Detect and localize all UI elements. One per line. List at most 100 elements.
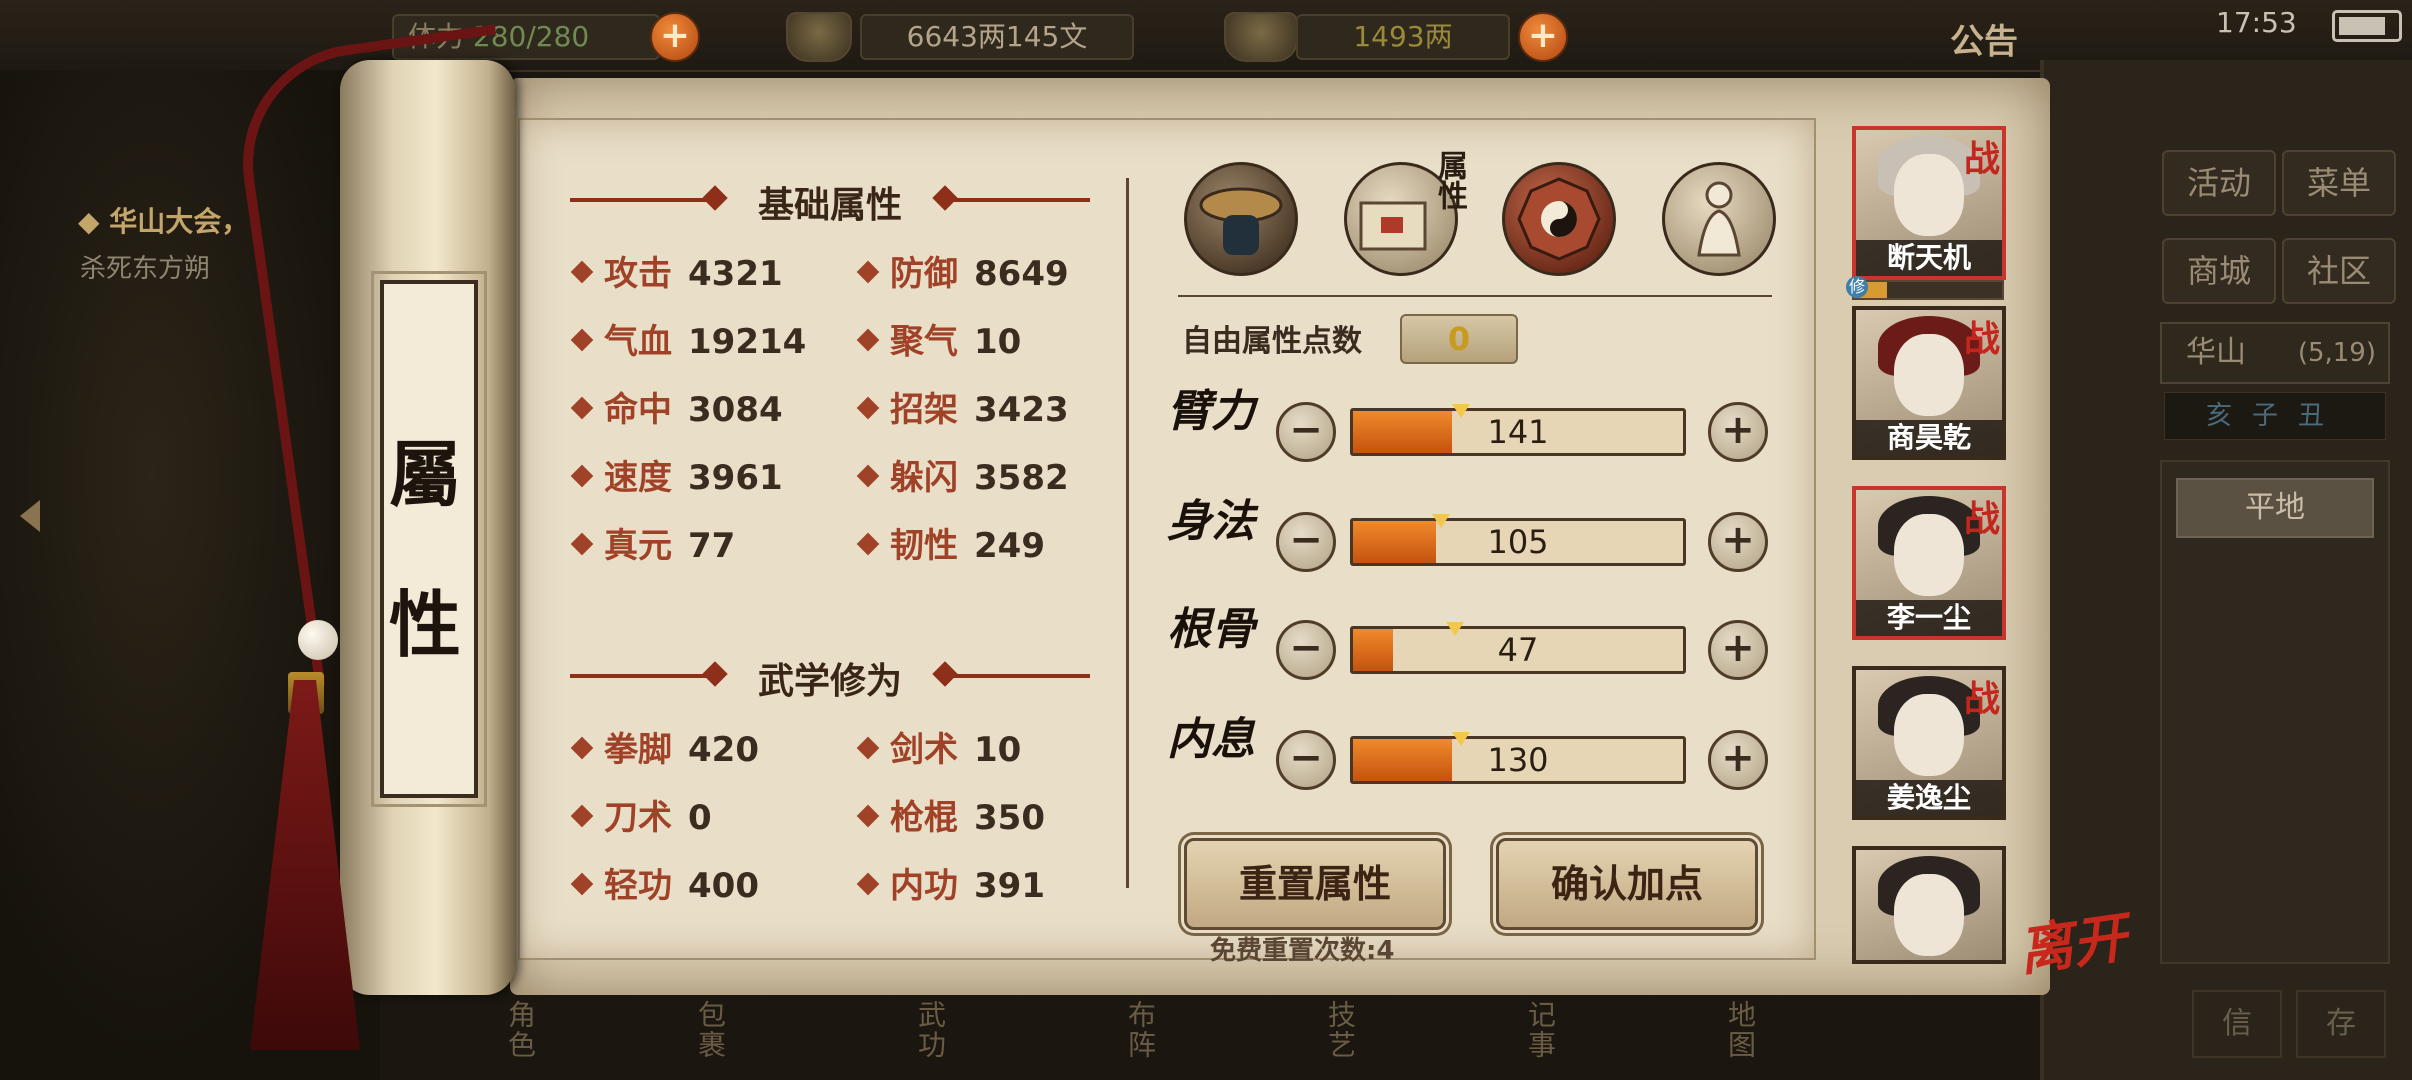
location-name: 华山 bbox=[2186, 335, 2246, 370]
reset-attributes-button[interactable]: 重置属性 bbox=[1184, 838, 1446, 930]
section-divider bbox=[1126, 178, 1129, 888]
add-stamina-button[interactable]: + bbox=[650, 12, 700, 62]
scroll-title: 屬 性 bbox=[380, 400, 470, 700]
terrain-label: 平地 bbox=[2176, 478, 2374, 538]
battle-badge: 战 bbox=[1963, 138, 2000, 180]
party-member-name: 商昊乾 bbox=[1856, 420, 2002, 456]
clock: 17:53 bbox=[2216, 6, 2297, 39]
attr-breath-name: 内息 bbox=[1167, 714, 1255, 765]
party-member-name: 李一尘 bbox=[1856, 600, 2002, 636]
martial-title: 武学修为 bbox=[757, 661, 902, 702]
strength-value: 141 bbox=[1487, 413, 1549, 451]
party-member-name: 断天机 bbox=[1856, 240, 2002, 276]
money-display: 6643两145文 bbox=[860, 14, 1134, 60]
tabs-divider bbox=[1178, 295, 1772, 297]
ornament-right bbox=[940, 198, 1090, 202]
nav-inventory[interactable]: 包裹 bbox=[690, 1000, 730, 1060]
increase-constitution-button[interactable]: + bbox=[1708, 620, 1768, 680]
breath-bar: 130 bbox=[1350, 736, 1686, 784]
constitution-bar: 47 bbox=[1350, 626, 1686, 674]
bagua-tab-icon[interactable] bbox=[1502, 162, 1616, 276]
attr-agility-name: 身法 bbox=[1167, 496, 1255, 547]
decrease-agility-button[interactable]: − bbox=[1276, 512, 1336, 572]
cultivation-tag: 修 bbox=[1846, 276, 1868, 298]
increase-agility-button[interactable]: + bbox=[1708, 512, 1768, 572]
gold-display: 1493两 bbox=[1296, 14, 1510, 60]
battery-icon bbox=[2332, 10, 2402, 42]
activity-button[interactable]: 活动 bbox=[2162, 150, 2276, 216]
attributes-tab-label: 属性 bbox=[1432, 150, 1467, 210]
party-member-name: 姜逸尘 bbox=[1856, 780, 2002, 816]
expand-arrow-icon[interactable] bbox=[20, 500, 40, 532]
add-gold-button[interactable]: + bbox=[1518, 12, 1568, 62]
scroll-title-char-2: 性 bbox=[388, 582, 461, 667]
increase-breath-button[interactable]: + bbox=[1708, 730, 1768, 790]
bottom-nav: 角色 包裹 武功 布阵 技艺 记事 地图 bbox=[440, 990, 1790, 1080]
stat-sword: 剑术 10 bbox=[856, 722, 1021, 771]
free-points-label: 自由属性点数 bbox=[1182, 324, 1362, 359]
strength-marker-icon bbox=[1452, 404, 1470, 418]
stat-attack: 攻击 4321 bbox=[570, 246, 783, 295]
meridian-tab-icon[interactable] bbox=[1662, 162, 1776, 276]
attr-strength-name: 臂力 bbox=[1167, 386, 1255, 437]
nav-map[interactable]: 地图 bbox=[1720, 1000, 1760, 1060]
announcement-button[interactable]: 公告 bbox=[1950, 14, 2018, 63]
time-compass: 亥子丑 bbox=[2164, 392, 2386, 440]
decrease-breath-button[interactable]: − bbox=[1276, 730, 1336, 790]
stat-true-essence: 真元 77 bbox=[570, 518, 735, 567]
decrease-constitution-button[interactable]: − bbox=[1276, 620, 1336, 680]
decrease-strength-button[interactable]: − bbox=[1276, 402, 1336, 462]
battle-badge: 战 bbox=[1963, 318, 2000, 360]
location-coords: (5,19) bbox=[2297, 338, 2376, 368]
battle-badge: 战 bbox=[1963, 498, 2000, 540]
confirm-points-button[interactable]: 确认加点 bbox=[1496, 838, 1758, 930]
stat-inner-power: 内功 391 bbox=[856, 858, 1045, 907]
stat-speed: 速度 3961 bbox=[570, 450, 783, 499]
jade-bead bbox=[298, 620, 338, 660]
leave-button[interactable]: 离开 bbox=[2013, 893, 2131, 986]
nav-journal[interactable]: 记事 bbox=[1520, 1000, 1560, 1060]
agility-value: 105 bbox=[1487, 523, 1549, 561]
increase-strength-button[interactable]: + bbox=[1708, 402, 1768, 462]
agility-bar: 105 bbox=[1350, 518, 1686, 566]
gold-ingot-icon bbox=[1224, 12, 1298, 62]
character-tab-icon[interactable] bbox=[1184, 162, 1298, 276]
stat-lightness: 轻功 400 bbox=[570, 858, 759, 907]
basic-attributes-title: 基础属性 bbox=[757, 185, 902, 226]
constitution-value: 47 bbox=[1497, 631, 1539, 669]
basic-attributes-header: 基础属性 bbox=[570, 176, 1090, 226]
save-button[interactable]: 存 bbox=[2296, 990, 2386, 1058]
party-member-5[interactable] bbox=[1852, 846, 2006, 964]
money-bag-icon bbox=[786, 12, 852, 62]
nav-formation[interactable]: 布阵 bbox=[1120, 1000, 1160, 1060]
breath-value: 130 bbox=[1487, 741, 1549, 779]
party-member-3[interactable]: 战 李一尘 bbox=[1852, 486, 2006, 640]
breath-marker-icon bbox=[1452, 732, 1470, 746]
stat-defense: 防御 8649 bbox=[856, 246, 1069, 295]
stat-accuracy: 命中 3084 bbox=[570, 382, 783, 431]
party-member-1-exp-bar bbox=[1852, 280, 2004, 300]
quest-title[interactable]: ◆ 华山大会， bbox=[78, 200, 249, 240]
nav-skills[interactable]: 技艺 bbox=[1320, 1000, 1360, 1060]
constitution-marker-icon bbox=[1446, 622, 1464, 636]
free-reset-count: 免费重置次数:4 bbox=[1210, 936, 1395, 966]
nav-martial[interactable]: 武功 bbox=[910, 1000, 950, 1060]
strength-bar: 141 bbox=[1350, 408, 1686, 456]
mail-button[interactable]: 信 bbox=[2192, 990, 2282, 1058]
stat-focus: 聚气 10 bbox=[856, 314, 1021, 363]
nav-character[interactable]: 角色 bbox=[500, 1000, 540, 1060]
stat-blade: 刀术 0 bbox=[570, 790, 712, 839]
party-member-1[interactable]: 战 断天机 bbox=[1852, 126, 2006, 280]
stat-hp: 气血 19214 bbox=[570, 314, 806, 363]
quest-title-text: 华山大会， bbox=[109, 205, 250, 238]
menu-button[interactable]: 菜单 bbox=[2282, 150, 2396, 216]
attr-constitution-name: 根骨 bbox=[1167, 604, 1255, 655]
shop-button[interactable]: 商城 bbox=[2162, 238, 2276, 304]
location-box: 华山 (5,19) bbox=[2160, 322, 2390, 384]
community-button[interactable]: 社区 bbox=[2282, 238, 2396, 304]
ornament-right bbox=[940, 674, 1090, 678]
party-member-4[interactable]: 战 姜逸尘 bbox=[1852, 666, 2006, 820]
scroll-title-char-1: 屬 bbox=[388, 432, 461, 517]
agility-marker-icon bbox=[1432, 514, 1450, 528]
party-member-2[interactable]: 战 商昊乾 bbox=[1852, 306, 2006, 460]
